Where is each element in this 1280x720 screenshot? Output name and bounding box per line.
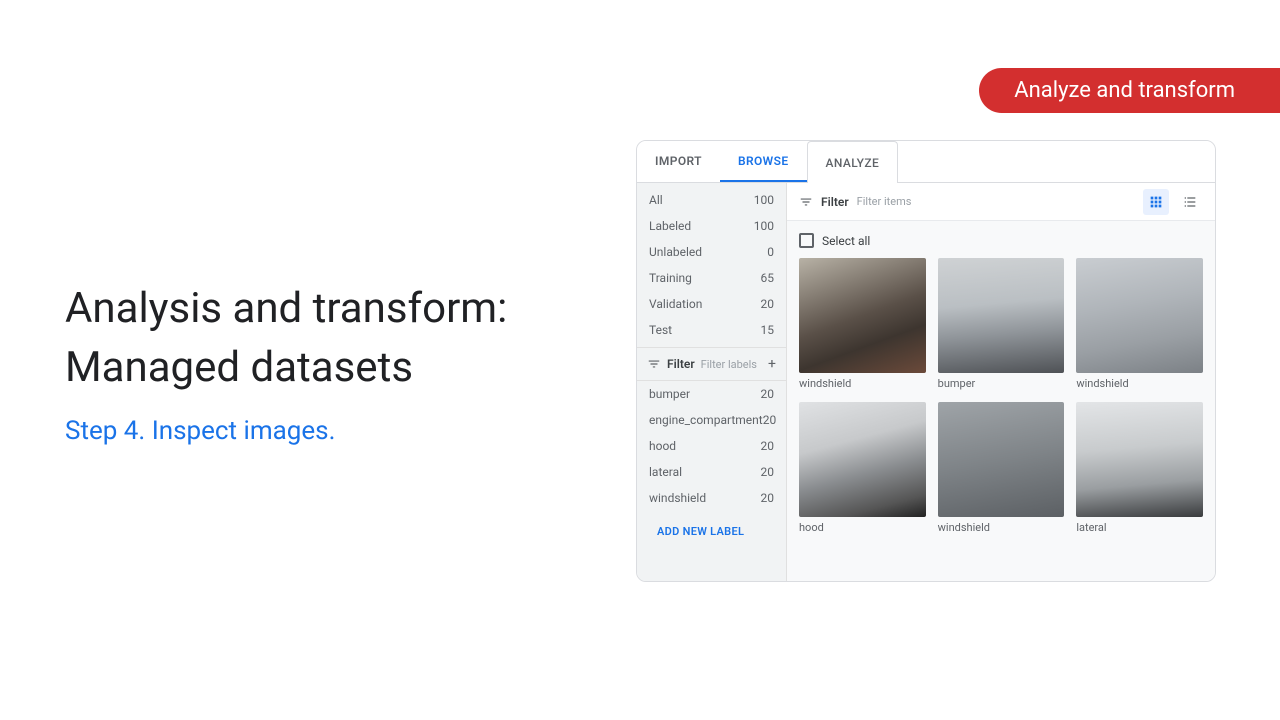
label-row-bumper[interactable]: bumper 20 bbox=[637, 381, 786, 407]
sidebar-count-all[interactable]: All 100 bbox=[637, 183, 786, 213]
tab-bar: IMPORT BROWSE ANALYZE bbox=[637, 141, 1215, 183]
toolbar: Filter Filter items bbox=[787, 183, 1215, 221]
image-caption: bumper bbox=[938, 373, 1065, 390]
image-card[interactable]: hood bbox=[799, 402, 926, 534]
tab-browse[interactable]: BROWSE bbox=[720, 141, 807, 182]
main-area: Filter Filter items Select all bbox=[787, 183, 1215, 581]
image-caption: windshield bbox=[938, 517, 1065, 534]
image-thumbnail bbox=[1076, 258, 1203, 373]
list-view-button[interactable] bbox=[1177, 189, 1203, 215]
label-count: 20 bbox=[763, 413, 777, 427]
toolbar-filter-placeholder[interactable]: Filter items bbox=[857, 195, 992, 208]
slide-text: Analysis and transform: Managed datasets… bbox=[65, 280, 507, 446]
image-thumbnail bbox=[799, 258, 926, 373]
label-count: 20 bbox=[761, 439, 775, 453]
filter-icon bbox=[647, 357, 661, 371]
count-label: Validation bbox=[649, 297, 702, 311]
sidebar-count-test[interactable]: Test 15 bbox=[637, 317, 786, 343]
count-value: 100 bbox=[754, 219, 774, 233]
label-name: lateral bbox=[649, 465, 682, 479]
sidebar-count-labeled[interactable]: Labeled 100 bbox=[637, 213, 786, 239]
count-value: 15 bbox=[761, 323, 775, 337]
label-row-hood[interactable]: hood 20 bbox=[637, 433, 786, 459]
title-line-1: Analysis and transform: bbox=[65, 280, 507, 339]
image-caption: windshield bbox=[799, 373, 926, 390]
image-card[interactable]: lateral bbox=[1076, 402, 1203, 534]
grid-icon bbox=[1148, 194, 1164, 210]
label-name: windshield bbox=[649, 491, 706, 505]
label-name: engine_compartment bbox=[649, 413, 763, 427]
count-label: All bbox=[649, 193, 663, 207]
count-value: 0 bbox=[767, 245, 774, 259]
dataset-panel: IMPORT BROWSE ANALYZE All 100 Labeled 10… bbox=[636, 140, 1216, 582]
image-card[interactable]: windshield bbox=[938, 402, 1065, 534]
sidebar-filter-placeholder: Filter labels bbox=[701, 358, 762, 371]
section-badge: Analyze and transform bbox=[979, 68, 1280, 113]
plus-icon[interactable]: + bbox=[768, 356, 776, 372]
count-label: Training bbox=[649, 271, 692, 285]
tab-analyze[interactable]: ANALYZE bbox=[807, 141, 899, 183]
label-row-engine-compartment[interactable]: engine_compartment 20 bbox=[637, 407, 786, 433]
image-caption: hood bbox=[799, 517, 926, 534]
count-label: Labeled bbox=[649, 219, 691, 233]
sidebar-count-training[interactable]: Training 65 bbox=[637, 265, 786, 291]
select-all-checkbox[interactable] bbox=[799, 233, 814, 248]
tab-import[interactable]: IMPORT bbox=[637, 141, 720, 182]
image-card[interactable]: windshield bbox=[1076, 258, 1203, 390]
list-icon bbox=[1182, 194, 1198, 210]
sidebar-count-unlabeled[interactable]: Unlabeled 0 bbox=[637, 239, 786, 265]
sidebar-filter-row[interactable]: Filter Filter labels + bbox=[637, 347, 786, 381]
image-thumbnail bbox=[938, 402, 1065, 517]
label-list: bumper 20 engine_compartment 20 hood 20 … bbox=[637, 381, 786, 511]
sidebar-filter-label: Filter bbox=[667, 357, 695, 371]
image-thumbnail bbox=[799, 402, 926, 517]
count-label: Test bbox=[649, 323, 672, 337]
count-value: 65 bbox=[761, 271, 775, 285]
label-count: 20 bbox=[761, 465, 775, 479]
filter-icon bbox=[799, 195, 813, 209]
add-new-label-button[interactable]: ADD NEW LABEL bbox=[637, 511, 786, 548]
count-value: 20 bbox=[761, 297, 775, 311]
sidebar: All 100 Labeled 100 Unlabeled 0 Training… bbox=[637, 183, 787, 581]
label-row-lateral[interactable]: lateral 20 bbox=[637, 459, 786, 485]
toolbar-filter-label: Filter bbox=[821, 195, 849, 209]
label-count: 20 bbox=[761, 387, 775, 401]
count-label: Unlabeled bbox=[649, 245, 702, 259]
image-grid: windshield bumper windshield hood windsh… bbox=[787, 258, 1215, 546]
sidebar-count-validation[interactable]: Validation 20 bbox=[637, 291, 786, 317]
image-thumbnail bbox=[1076, 402, 1203, 517]
grid-view-button[interactable] bbox=[1143, 189, 1169, 215]
image-card[interactable]: bumper bbox=[938, 258, 1065, 390]
image-caption: lateral bbox=[1076, 517, 1203, 534]
select-all-row[interactable]: Select all bbox=[787, 221, 1215, 258]
label-name: hood bbox=[649, 439, 676, 453]
label-name: bumper bbox=[649, 387, 690, 401]
label-count: 20 bbox=[761, 491, 775, 505]
panel-body: All 100 Labeled 100 Unlabeled 0 Training… bbox=[637, 183, 1215, 581]
label-row-windshield[interactable]: windshield 20 bbox=[637, 485, 786, 511]
step-line: Step 4. Inspect images. bbox=[65, 416, 507, 446]
select-all-label: Select all bbox=[822, 234, 870, 248]
title-line-2: Managed datasets bbox=[65, 339, 507, 398]
image-card[interactable]: windshield bbox=[799, 258, 926, 390]
image-thumbnail bbox=[938, 258, 1065, 373]
image-caption: windshield bbox=[1076, 373, 1203, 390]
count-value: 100 bbox=[754, 193, 774, 207]
